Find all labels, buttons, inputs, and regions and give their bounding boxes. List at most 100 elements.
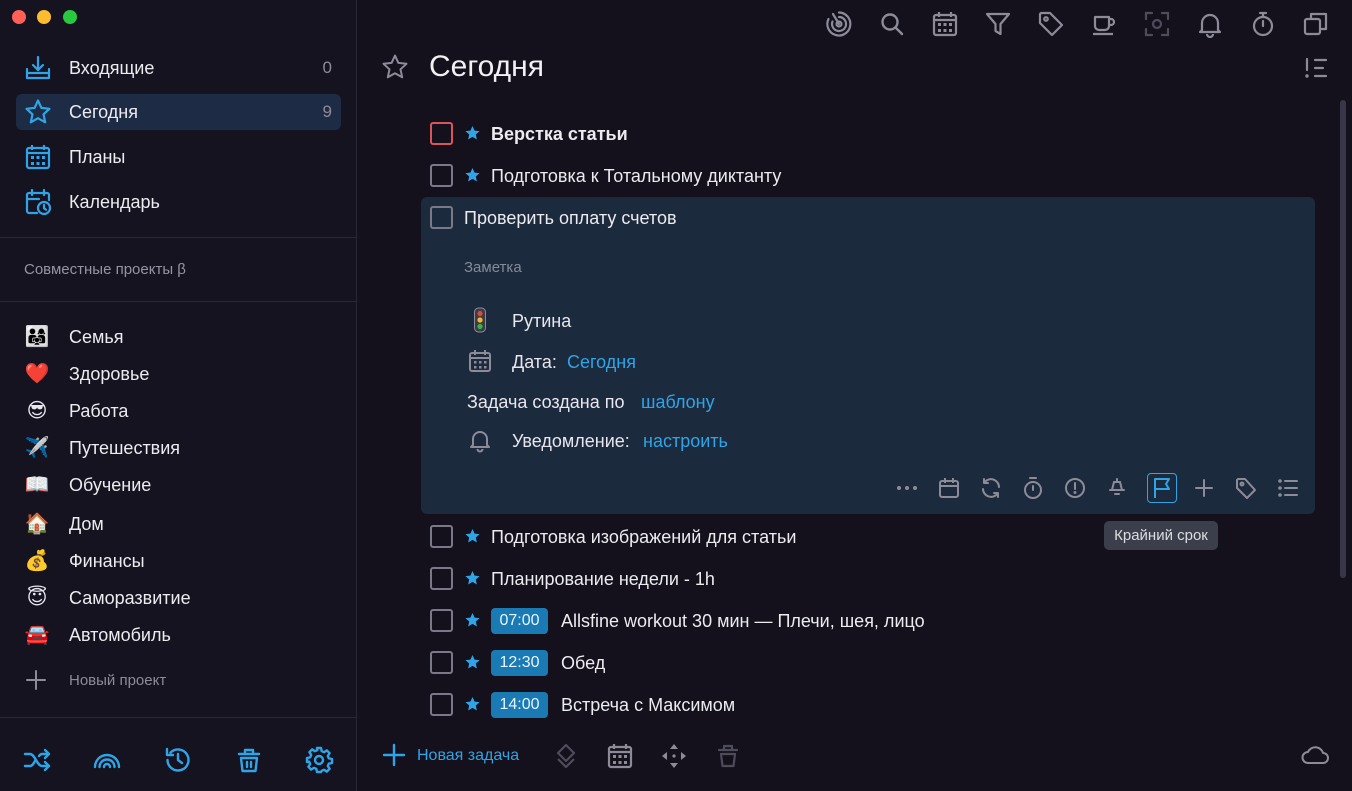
project-label: Здоровье — [69, 364, 150, 384]
sidebar-item-count: 9 — [322, 102, 332, 121]
tag-icon[interactable] — [1037, 10, 1065, 38]
checklist-icon[interactable] — [1276, 476, 1300, 500]
template-text: Задача создана по — [467, 392, 625, 412]
sidebar-item-count: 0 — [322, 58, 332, 77]
task-item[interactable]: Верстка статьи — [430, 120, 1310, 148]
time-badge[interactable]: 14:00 — [491, 692, 548, 718]
window-zoom-button[interactable] — [63, 10, 77, 24]
page-title: Сегодня — [429, 50, 544, 83]
repeat-icon[interactable] — [979, 476, 1003, 500]
settings-icon[interactable] — [304, 745, 334, 775]
star-icon[interactable] — [464, 696, 481, 713]
task-checkbox[interactable] — [430, 122, 453, 145]
star-icon — [25, 99, 51, 124]
history-icon[interactable] — [163, 745, 193, 775]
project-item-travel[interactable]: ✈️ Путешествия — [24, 435, 344, 461]
project-item-self-development[interactable]: 😇 Саморазвитие — [24, 585, 344, 611]
date-value-link[interactable]: Сегодня — [567, 352, 636, 373]
window-minimize-button[interactable] — [37, 10, 51, 24]
template-link[interactable]: шаблону — [641, 392, 715, 413]
shuffle-icon[interactable] — [22, 745, 52, 775]
sidebar-item-inbox[interactable]: Входящие 0 — [16, 50, 341, 86]
trash-icon[interactable] — [234, 745, 264, 775]
cloud-icon[interactable] — [1300, 741, 1330, 769]
more-icon[interactable] — [895, 476, 919, 500]
task-item[interactable]: Подготовка к Тотальному диктанту — [430, 162, 1310, 190]
task-item[interactable]: Планирование недели - 1h — [430, 565, 1310, 593]
bell-icon[interactable] — [1196, 10, 1224, 38]
task-checkbox[interactable] — [430, 651, 453, 674]
task-label: Подготовка изображений для статьи — [491, 527, 797, 547]
reminder-label: Уведомление: — [512, 431, 630, 451]
tag-icon[interactable] — [1234, 476, 1258, 500]
task-checkbox[interactable] — [430, 567, 453, 590]
calendar-icon[interactable] — [937, 476, 961, 500]
task-item[interactable]: Подготовка изображений для статьи — [430, 523, 1310, 551]
time-badge[interactable]: 07:00 — [491, 608, 548, 634]
new-project-button[interactable]: Новый проект — [24, 668, 224, 694]
timer-icon[interactable] — [1021, 476, 1045, 500]
shared-projects-heading: Совместные проекты β — [24, 261, 186, 278]
project-item-car[interactable]: 🚘 Автомобиль — [24, 622, 344, 648]
calendar-icon[interactable] — [931, 10, 959, 38]
plus-icon — [26, 670, 46, 690]
task-item[interactable]: 07:00 Allsfine workout 30 мин — Плечи, ш… — [430, 607, 1310, 635]
task-item[interactable]: 14:00 Встреча с Максимом — [430, 691, 1310, 719]
filter-icon[interactable] — [984, 10, 1012, 38]
calendar-icon[interactable] — [606, 742, 634, 770]
star-icon[interactable] — [464, 654, 481, 671]
task-item[interactable]: 12:30 Обед — [430, 649, 1310, 677]
sidebar-item-calendar[interactable]: Календарь — [16, 184, 341, 220]
broadcast-icon[interactable] — [92, 745, 122, 775]
project-label: Семья — [69, 327, 124, 347]
task-label: Обед — [561, 653, 606, 673]
coffee-icon[interactable] — [1090, 10, 1118, 38]
task-checkbox[interactable] — [430, 609, 453, 632]
move-icon[interactable] — [660, 742, 688, 770]
priority-icon[interactable] — [1063, 476, 1087, 500]
sidebar-item-today[interactable]: Сегодня 9 — [16, 94, 341, 130]
expanded-task-card[interactable]: Проверить оплату счетов Заметка Рутина Д… — [421, 197, 1315, 514]
plus-icon[interactable] — [1192, 476, 1216, 500]
time-badge[interactable]: 12:30 — [491, 650, 548, 676]
project-item-work[interactable]: 😎 Работа — [24, 398, 344, 424]
star-icon[interactable] — [464, 125, 481, 142]
star-icon[interactable] — [464, 570, 481, 587]
focus-icon[interactable] — [825, 10, 853, 38]
task-label: Верстка статьи — [491, 124, 628, 144]
task-checkbox[interactable] — [430, 693, 453, 716]
star-icon[interactable] — [464, 612, 481, 629]
sort-priority-icon[interactable] — [1303, 56, 1329, 80]
star-icon — [382, 54, 408, 79]
project-item-health[interactable]: ❤️ Здоровье — [24, 361, 344, 387]
scan-icon[interactable] — [1143, 10, 1171, 38]
star-icon[interactable] — [464, 167, 481, 184]
task-checkbox[interactable] — [430, 164, 453, 187]
layers-icon[interactable] — [552, 742, 580, 770]
bell-off-icon[interactable] — [1105, 476, 1129, 500]
window-close-button[interactable] — [12, 10, 26, 24]
windows-icon[interactable] — [1302, 10, 1330, 38]
trash-icon[interactable] — [714, 742, 742, 770]
reminder-link[interactable]: настроить — [643, 431, 728, 452]
sidebar-item-plans[interactable]: Планы — [16, 139, 341, 175]
project-item-family[interactable]: 👨‍👩‍👧 Семья — [24, 324, 344, 350]
task-title[interactable]: Проверить оплату счетов — [464, 208, 677, 229]
timer-icon[interactable] — [1249, 10, 1277, 38]
scrollbar[interactable] — [1340, 100, 1346, 578]
new-task-button[interactable]: Новая задача — [417, 747, 519, 765]
search-icon[interactable] — [878, 10, 906, 38]
note-field[interactable]: Заметка — [464, 259, 522, 276]
routine-label: Рутина — [512, 311, 572, 331]
task-checkbox[interactable] — [430, 206, 453, 229]
plus-icon[interactable] — [381, 742, 407, 768]
project-item-finance[interactable]: 💰 Финансы — [24, 548, 344, 574]
bell-icon — [470, 431, 490, 453]
star-icon[interactable] — [464, 528, 481, 545]
project-item-education[interactable]: 📖 Обучение — [24, 472, 344, 498]
project-label: Дом — [69, 514, 104, 534]
calendar-clock-icon — [25, 188, 52, 216]
date-label: Дата: — [512, 352, 557, 372]
task-checkbox[interactable] — [430, 525, 453, 548]
project-item-home[interactable]: 🏠 Дом — [24, 511, 344, 537]
